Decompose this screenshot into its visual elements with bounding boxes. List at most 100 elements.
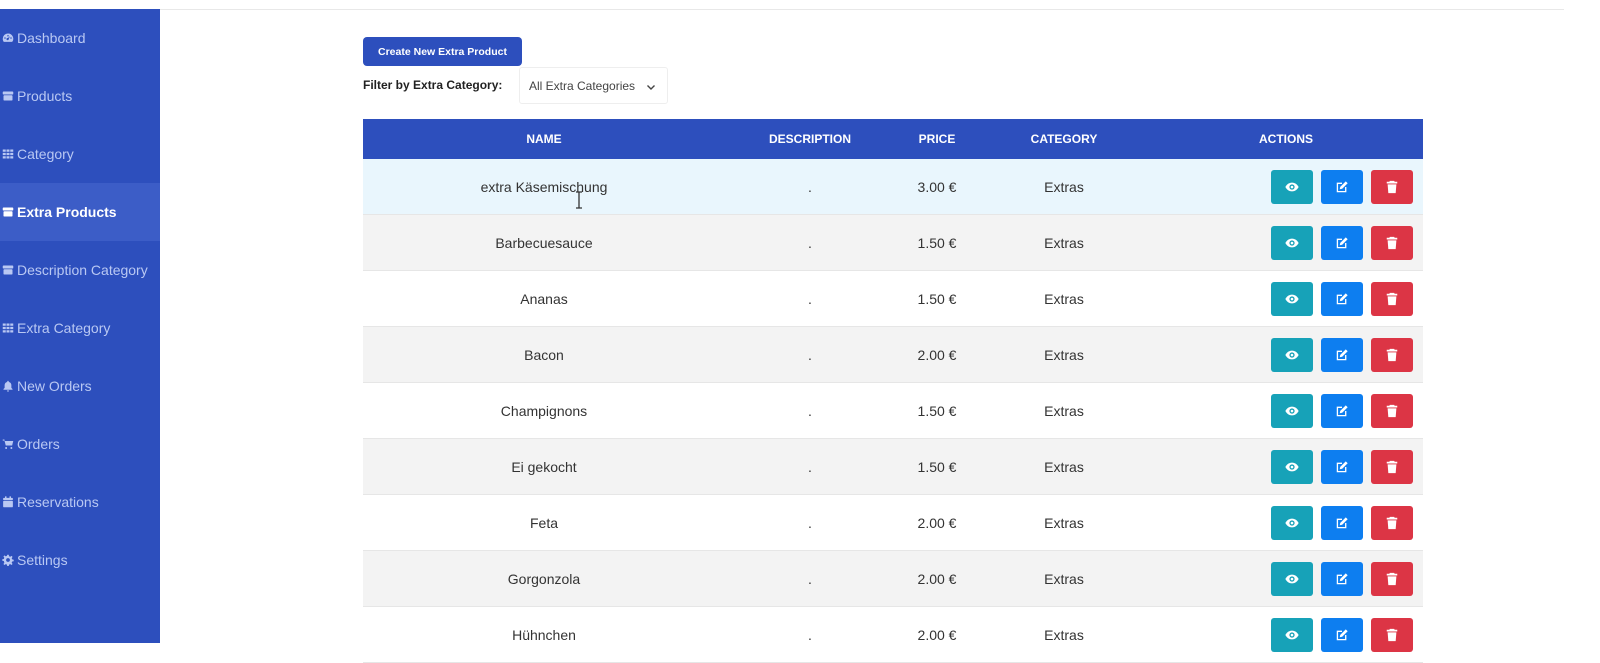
extra-products-table: NAME DESCRIPTION PRICE CATEGORY ACTIONS … [363, 119, 1423, 663]
filter-label: Filter by Extra Category: [363, 78, 503, 92]
cell-category: Extras [1044, 627, 1084, 643]
table-row: Ei gekocht. 1.50 € Extras [363, 439, 1423, 495]
sidebar-item-description-category[interactable]: Description Category [0, 241, 160, 299]
cell-category: Extras [1044, 291, 1084, 307]
trash-icon [1385, 404, 1399, 418]
box-icon [1, 205, 15, 219]
edit-button[interactable] [1321, 506, 1363, 540]
edit-button[interactable] [1321, 450, 1363, 484]
sidebar-item-dashboard[interactable]: Dashboard [0, 9, 160, 67]
cell-category: Extras [1044, 179, 1084, 195]
table-row: extra Käsemischung. 3.00 € Extras [363, 159, 1423, 215]
gear-icon [1, 553, 15, 567]
sidebar-item-label: Category [17, 146, 74, 162]
eye-icon [1285, 628, 1299, 642]
cell-category: Extras [1044, 571, 1084, 587]
view-button[interactable] [1271, 282, 1313, 316]
cell-name: Champignons [500, 403, 588, 419]
edit-icon [1335, 628, 1349, 642]
trash-icon [1385, 572, 1399, 586]
filter-selected-value: All Extra Categories [529, 78, 636, 93]
view-button[interactable] [1271, 170, 1313, 204]
table-header: NAME DESCRIPTION PRICE CATEGORY ACTIONS [363, 119, 1423, 159]
edit-icon [1335, 180, 1349, 194]
cell-price: 1.50 € [917, 291, 957, 307]
sidebar-item-label: Description Category [17, 262, 148, 278]
sidebar-item-label: Settings [17, 552, 68, 568]
sidebar-item-category[interactable]: Category [0, 125, 160, 183]
edit-icon [1335, 460, 1349, 474]
trash-icon [1385, 236, 1399, 250]
edit-button[interactable] [1321, 338, 1363, 372]
sidebar-item-reservations[interactable]: Reservations [0, 473, 160, 531]
table-row: Gorgonzola. 2.00 € Extras [363, 551, 1423, 607]
column-header-name[interactable]: NAME [363, 119, 725, 159]
table-body: extra Käsemischung. 3.00 € Extras Barbecues… [363, 159, 1423, 663]
eye-icon [1285, 460, 1299, 474]
delete-button[interactable] [1371, 562, 1413, 596]
table-row: Barbecuesauce. 1.50 € Extras [363, 215, 1423, 271]
sidebar-item-extra-category[interactable]: Extra Category [0, 299, 160, 357]
edit-button[interactable] [1321, 562, 1363, 596]
cell-name: Ananas [520, 291, 568, 307]
delete-button[interactable] [1371, 450, 1413, 484]
trash-icon [1385, 516, 1399, 530]
eye-icon [1285, 572, 1299, 586]
view-button[interactable] [1271, 226, 1313, 260]
cell-description: . [808, 179, 812, 195]
edit-icon [1335, 516, 1349, 530]
trash-icon [1385, 348, 1399, 362]
delete-button[interactable] [1371, 226, 1413, 260]
delete-button[interactable] [1371, 170, 1413, 204]
view-button[interactable] [1271, 618, 1313, 652]
sidebar-item-settings[interactable]: Settings [0, 531, 160, 589]
edit-button[interactable] [1321, 282, 1363, 316]
delete-button[interactable] [1371, 618, 1413, 652]
cell-name: Ei gekocht [511, 459, 577, 475]
sidebar-item-orders[interactable]: Orders [0, 415, 160, 473]
cell-category: Extras [1044, 459, 1084, 475]
cell-description: . [808, 571, 812, 587]
extra-category-filter-select[interactable]: All Extra Categories [519, 67, 668, 104]
cell-price: 2.00 € [917, 347, 957, 363]
grid-icon [1, 321, 15, 335]
sidebar-item-products[interactable]: Products [0, 67, 160, 125]
column-header-category[interactable]: CATEGORY [979, 119, 1149, 159]
sidebar-item-extra-products[interactable]: Extra Products [0, 183, 160, 241]
cell-category: Extras [1044, 235, 1084, 251]
calendar-icon [1, 495, 15, 509]
view-button[interactable] [1271, 506, 1313, 540]
cell-name: Barbecuesauce [495, 235, 593, 251]
edit-icon [1335, 404, 1349, 418]
cell-name: Hühnchen [512, 627, 576, 643]
delete-button[interactable] [1371, 282, 1413, 316]
edit-button[interactable] [1321, 394, 1363, 428]
edit-button[interactable] [1321, 226, 1363, 260]
eye-icon [1285, 404, 1299, 418]
delete-button[interactable] [1371, 338, 1413, 372]
edit-button[interactable] [1321, 618, 1363, 652]
view-button[interactable] [1271, 562, 1313, 596]
table-row: Hühnchen. 2.00 € Extras [363, 607, 1423, 663]
cell-price: 2.00 € [917, 515, 957, 531]
column-header-actions: ACTIONS [1259, 132, 1313, 146]
view-button[interactable] [1271, 338, 1313, 372]
cell-description: . [808, 403, 812, 419]
view-button[interactable] [1271, 394, 1313, 428]
eye-icon [1285, 236, 1299, 250]
column-header-description[interactable]: DESCRIPTION [725, 119, 895, 159]
create-extra-product-button[interactable]: Create New Extra Product [363, 37, 522, 66]
column-header-price[interactable]: PRICE [895, 119, 979, 159]
cell-description: . [808, 459, 812, 475]
edit-button[interactable] [1321, 170, 1363, 204]
view-button[interactable] [1271, 450, 1313, 484]
trash-icon [1385, 628, 1399, 642]
cell-category: Extras [1044, 347, 1084, 363]
trash-icon [1385, 460, 1399, 474]
delete-button[interactable] [1371, 394, 1413, 428]
sidebar-item-new-orders[interactable]: New Orders [0, 357, 160, 415]
eye-icon [1285, 180, 1299, 194]
delete-button[interactable] [1371, 506, 1413, 540]
cell-price: 1.50 € [917, 459, 957, 475]
cart-icon [1, 437, 15, 451]
